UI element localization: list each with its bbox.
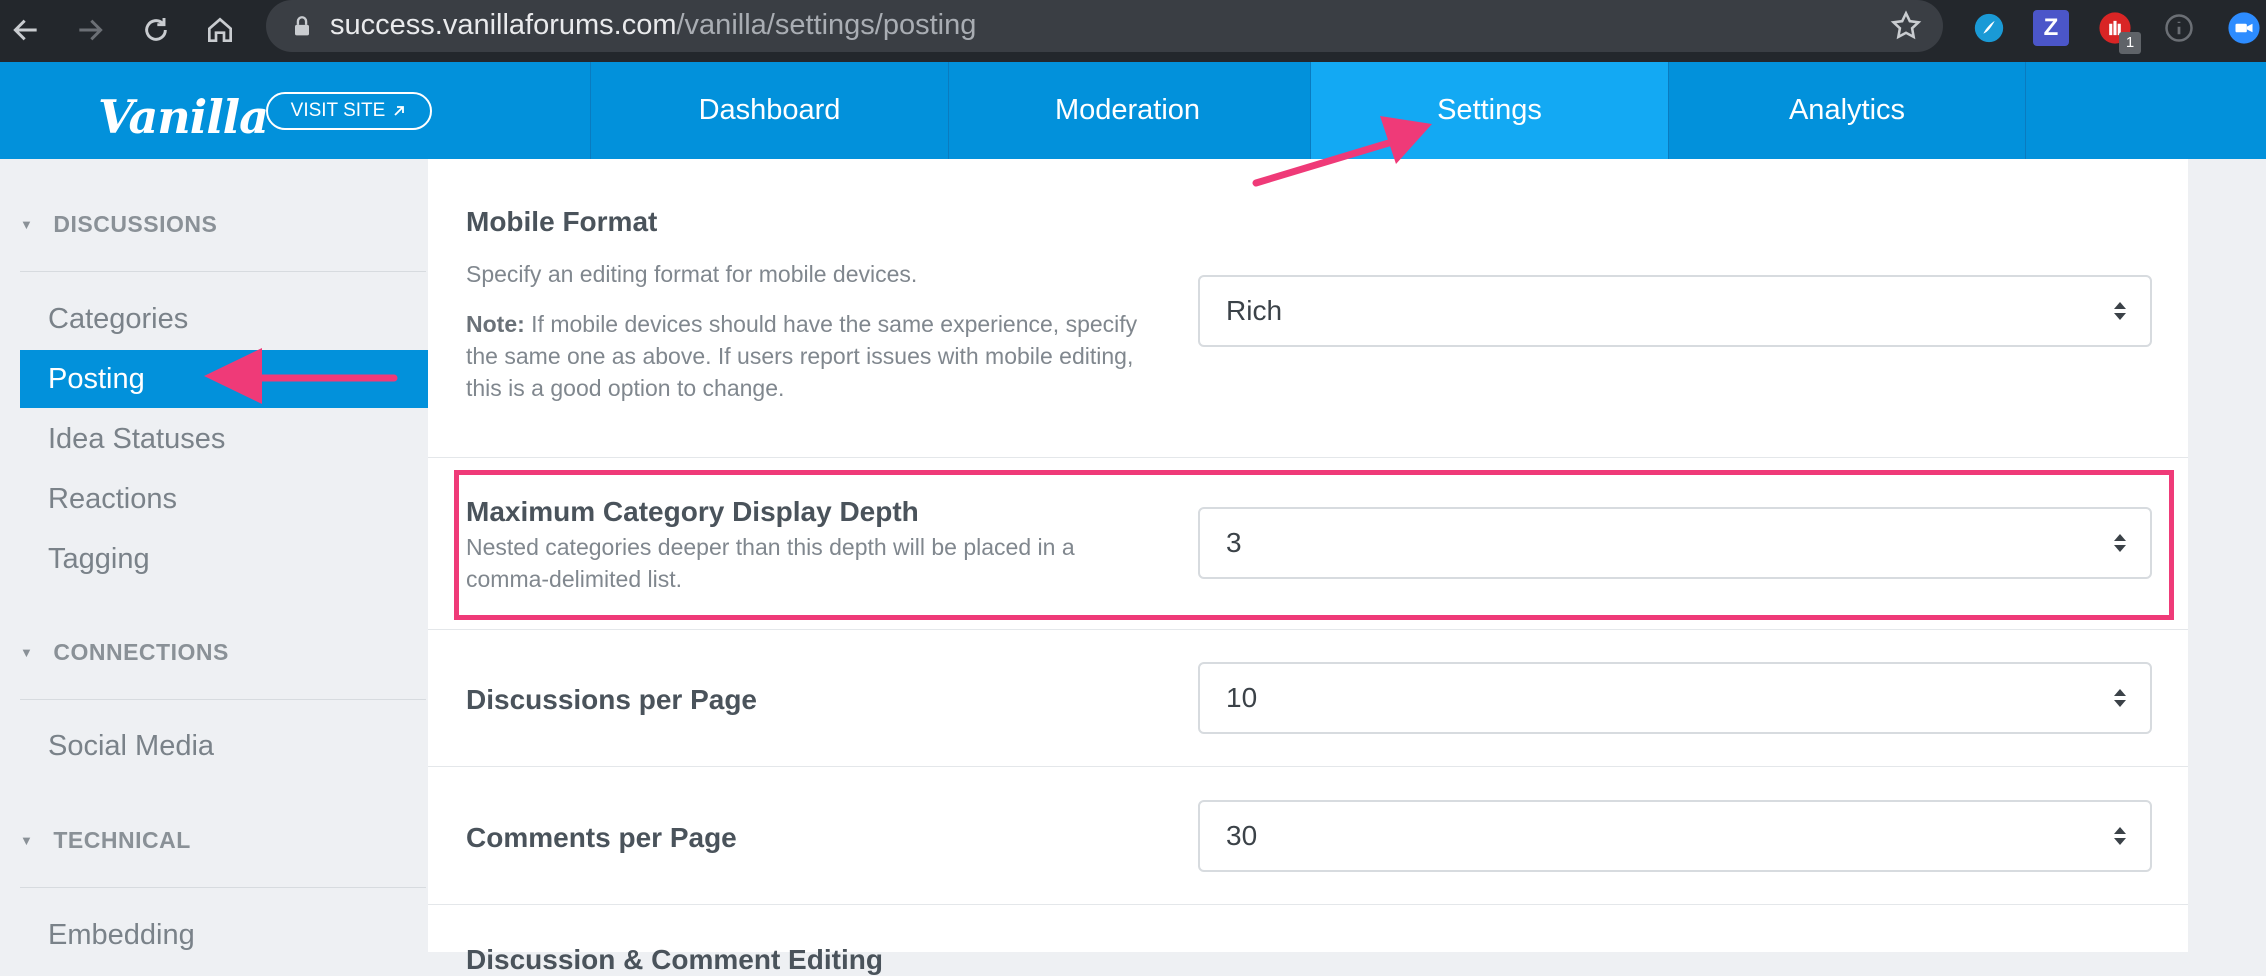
discussions-per-page-select[interactable]: 10	[1198, 662, 2152, 734]
sidebar-item-categories[interactable]: Categories	[20, 290, 428, 348]
right-gutter	[2188, 159, 2266, 952]
row-divider	[428, 629, 2188, 630]
sidebar-item-social-media[interactable]: Social Media	[20, 717, 428, 775]
home-icon[interactable]	[200, 10, 240, 50]
row-divider	[428, 766, 2188, 767]
comments-per-page-label: Comments per Page	[466, 822, 737, 853]
extension-z-icon[interactable]: Z	[2033, 10, 2069, 46]
comments-per-page-select[interactable]: 30	[1198, 800, 2152, 872]
tab-moderation[interactable]: Moderation	[948, 62, 1306, 159]
sidebar-heading-discussions[interactable]: ▼ DISCUSSIONS	[20, 211, 217, 238]
sidebar-item-embedding[interactable]: Embedding	[20, 906, 428, 964]
url-text: success.vanillaforums.com/vanilla/settin…	[330, 9, 977, 41]
mobile-format-description: Specify an editing format for mobile dev…	[466, 261, 918, 287]
visit-site-label: VISIT SITE	[290, 100, 386, 121]
tab-dashboard[interactable]: Dashboard	[590, 62, 948, 159]
sidebar-item-reactions[interactable]: Reactions	[20, 470, 428, 528]
visit-site-button[interactable]: VISIT SITE	[266, 92, 432, 130]
caret-down-icon: ▼	[20, 833, 34, 848]
mobile-format-note: Note: If mobile devices should have the …	[466, 311, 1138, 401]
tab-analytics[interactable]: Analytics	[1668, 62, 2026, 159]
mobile-format-select[interactable]: Rich	[1198, 275, 2152, 347]
discussion-comment-editing-label: Discussion & Comment Editing	[466, 944, 883, 975]
highlight-box	[454, 470, 2174, 620]
divider	[20, 271, 426, 272]
select-arrows-icon	[2114, 689, 2126, 707]
mobile-format-label: Mobile Format	[466, 206, 658, 237]
forward-icon[interactable]	[70, 10, 110, 50]
row-divider	[428, 904, 2188, 905]
select-arrows-icon	[2114, 302, 2126, 320]
divider	[20, 887, 426, 888]
sidebar-heading-technical[interactable]: ▼ TECHNICAL	[20, 827, 191, 854]
divider	[20, 699, 426, 700]
sidebar-item-posting[interactable]: Posting	[20, 350, 428, 408]
tab-settings[interactable]: Settings	[1310, 62, 1668, 159]
discussions-per-page-label: Discussions per Page	[466, 684, 758, 715]
caret-down-icon: ▼	[20, 645, 34, 660]
extension-feather-icon[interactable]	[1971, 10, 2007, 46]
external-arrow-icon	[394, 106, 405, 116]
info-icon[interactable]	[2161, 10, 2197, 46]
sidebar-heading-connections[interactable]: ▼ CONNECTIONS	[20, 639, 229, 666]
row-divider	[428, 457, 2188, 458]
back-icon[interactable]	[6, 10, 46, 50]
vanilla-logo[interactable]: Vanilla	[98, 90, 269, 144]
bookmark-star-icon[interactable]	[1889, 9, 1923, 43]
app-header: Vanilla VISIT SITE Dashboard Moderation …	[0, 62, 2266, 159]
address-bar[interactable]: success.vanillaforums.com/vanilla/settin…	[266, 0, 1943, 52]
sidebar-item-tagging[interactable]: Tagging	[20, 530, 428, 588]
browser-toolbar: success.vanillaforums.com/vanilla/settin…	[0, 0, 2266, 62]
lock-icon	[295, 16, 309, 36]
zoom-video-icon[interactable]	[2226, 10, 2262, 46]
extension-badge: 1	[2119, 32, 2141, 54]
sidebar: ▼ DISCUSSIONS Categories Posting Idea Sta…	[0, 159, 429, 952]
select-arrows-icon	[2114, 827, 2126, 845]
sidebar-item-idea-statuses[interactable]: Idea Statuses	[20, 410, 428, 468]
caret-down-icon: ▼	[20, 217, 34, 232]
reload-icon[interactable]	[136, 10, 176, 50]
